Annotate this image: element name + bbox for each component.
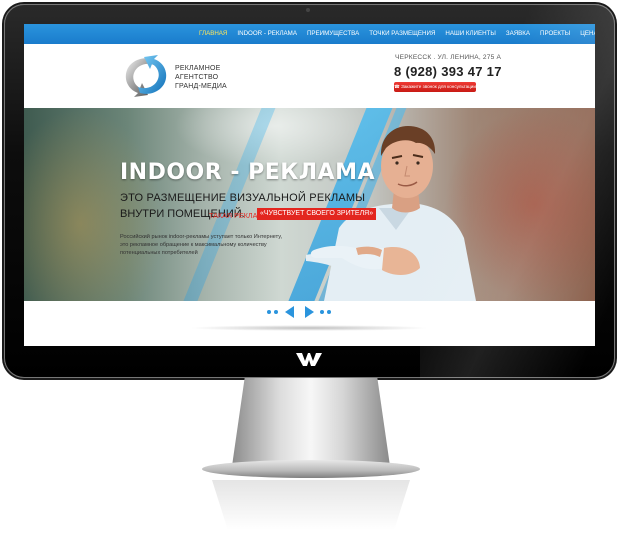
man-pointing-image — [306, 126, 476, 301]
monitor-base — [202, 460, 420, 478]
phone-number[interactable]: 8 (928) 393 47 17 — [394, 64, 502, 79]
nav-item-price[interactable]: ЦЕНА — [575, 24, 595, 44]
circular-arrows-icon[interactable] — [120, 53, 172, 99]
monitor-stand — [232, 378, 390, 466]
site-header: РЕКЛАМНОЕ АГЕНТСТВО ГРАНД-МЕДИА ЧЕРКЕССК… — [24, 44, 595, 108]
slider-next-arrow-icon[interactable] — [305, 306, 314, 318]
slider-dot[interactable] — [267, 310, 271, 314]
nav-item-clients[interactable]: НАШИ КЛИЕНТЫ — [440, 24, 500, 44]
slider-shadow — [189, 325, 429, 331]
logo-line: ГРАНД-МЕДИА — [175, 83, 227, 90]
website-screen: ГЛАВНАЯ INDOOR - РЕКЛАМА ПРЕИМУЩЕСТВА ТО… — [24, 24, 595, 346]
logo-line: РЕКЛАМНОЕ — [175, 65, 221, 72]
webcam — [306, 8, 310, 12]
hero-description: Российский рынок indoor-рекламы уступает… — [120, 234, 282, 256]
hero-title: INDOOR - РЕКЛАМА — [120, 160, 376, 185]
nav-item-indoor[interactable]: INDOOR - РЕКЛАМА — [232, 24, 302, 44]
nav-item-locations[interactable]: ТОЧКИ РАЗМЕЩЕНИЯ — [364, 24, 440, 44]
stand-reflection — [212, 480, 410, 530]
slider-controls — [24, 301, 595, 346]
nav-item-advantages[interactable]: ПРЕИМУЩЕСТВА — [302, 24, 364, 44]
nav-item-projects[interactable]: ПРОЕКТЫ — [535, 24, 575, 44]
logo-line: АГЕНТСТВО — [175, 74, 219, 81]
brand-logo-icon — [296, 353, 322, 366]
slider-dot[interactable] — [274, 310, 278, 314]
hero-subtitle-line-1: ЭТО РАЗМЕЩЕНИЕ ВИЗУАЛЬНОЙ РЕКЛАМЫ — [120, 192, 366, 204]
address: ЧЕРКЕССК . УЛ. ЛЕНИНА, 275 А — [395, 54, 502, 61]
nav-item-home[interactable]: ГЛАВНАЯ — [194, 24, 232, 48]
main-navigation: ГЛАВНАЯ INDOOR - РЕКЛАМА ПРЕИМУЩЕСТВА ТО… — [24, 24, 595, 48]
hero-badge: «ЧУВСТВУЕТ СВОЕГО ЗРИТЕЛЯ» — [257, 208, 377, 220]
callback-button[interactable]: ☎ Закажите звонок для консультации — [394, 82, 476, 92]
slider-dot[interactable] — [327, 310, 331, 314]
slider-dot[interactable] — [320, 310, 324, 314]
logo-text[interactable]: РЕКЛАМНОЕ АГЕНТСТВО ГРАНД-МЕДИА — [175, 64, 227, 91]
hero-banner: INDOOR - РЕКЛАМА ЭТО РАЗМЕЩЕНИЕ ВИЗУАЛЬН… — [24, 108, 595, 301]
nav-menu: ГЛАВНАЯ INDOOR - РЕКЛАМА ПРЕИМУЩЕСТВА ТО… — [194, 24, 595, 48]
callback-label: Закажите звонок для консультации — [401, 84, 476, 89]
slider-prev-arrow-icon[interactable] — [285, 306, 294, 318]
nav-item-request[interactable]: ЗАЯВКА — [501, 24, 535, 44]
